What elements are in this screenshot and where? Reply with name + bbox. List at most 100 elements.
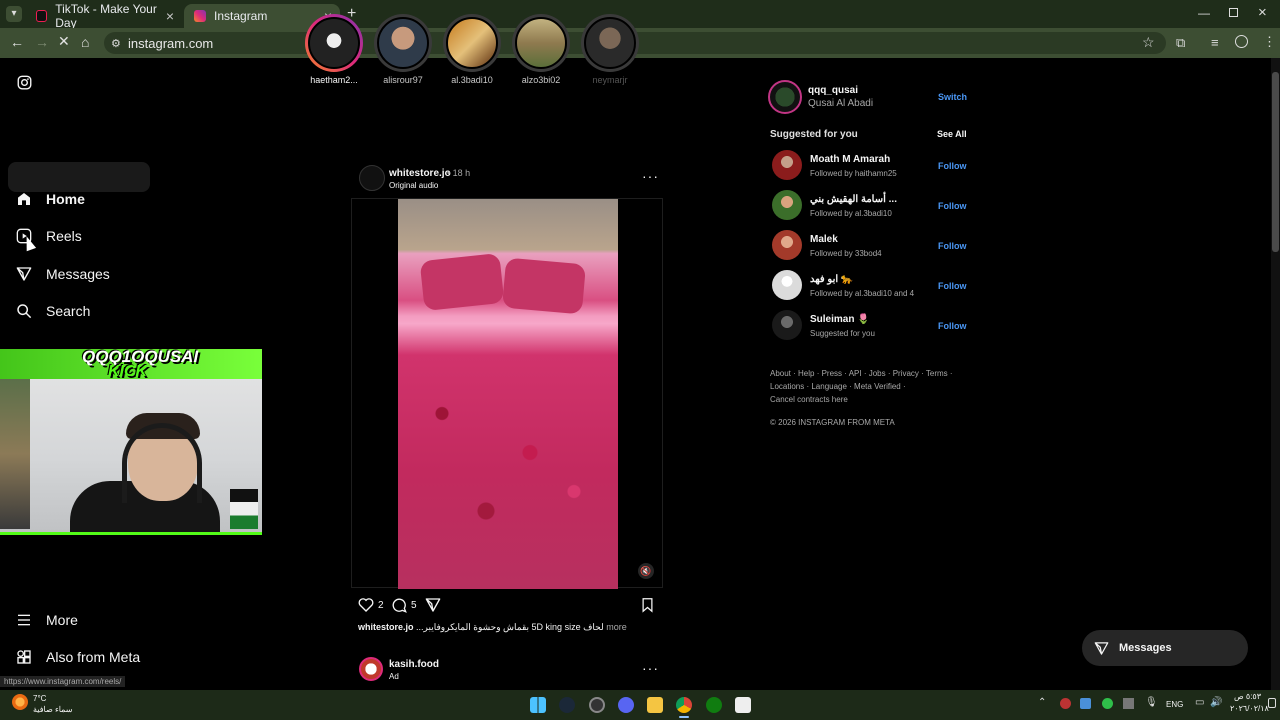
- suggestion-avatar[interactable]: [772, 310, 802, 340]
- stop-loading-icon[interactable]: ✕: [58, 33, 70, 50]
- sidebar-item-label: Home: [46, 191, 85, 207]
- next-post-username[interactable]: kasih.food: [389, 659, 439, 670]
- post-author-avatar[interactable]: [359, 165, 385, 191]
- weather-description[interactable]: سماء صافية: [33, 705, 73, 714]
- obs-icon[interactable]: [589, 697, 605, 713]
- story-item[interactable]: haetham2...: [302, 14, 366, 85]
- current-user-avatar[interactable]: [768, 80, 802, 114]
- see-all-link[interactable]: See All: [937, 129, 967, 139]
- post-audio[interactable]: Original audio: [389, 181, 438, 190]
- suggestion-item[interactable]: Suleiman 🌷 Suggested for you: [810, 314, 875, 338]
- floating-messages-button[interactable]: Messages: [1082, 630, 1248, 666]
- sidebar-item-more[interactable]: More: [16, 612, 78, 628]
- home-icon[interactable]: ⌂: [81, 34, 89, 50]
- instagram-logo-icon[interactable]: [17, 75, 32, 95]
- microphone-icon[interactable]: 🎙: [1145, 697, 1158, 708]
- post-author-username[interactable]: whitestore.jo: [389, 168, 451, 179]
- windows-start-icon[interactable]: [530, 697, 546, 713]
- browser-menu-icon[interactable]: ⋮: [1263, 34, 1276, 50]
- tray-icon[interactable]: [1060, 698, 1071, 709]
- close-tab-icon[interactable]: ×: [166, 8, 174, 24]
- follow-button[interactable]: Follow: [938, 321, 967, 331]
- suggestion-subtext: Followed by haithamn25: [810, 169, 897, 178]
- suggestion-item[interactable]: أسامة الهقيش بني ... Followed by al.3bad…: [810, 194, 897, 218]
- steam-icon[interactable]: [559, 697, 575, 713]
- suggestion-avatar[interactable]: [772, 150, 802, 180]
- save-button[interactable]: [640, 597, 655, 618]
- follow-button[interactable]: Follow: [938, 281, 967, 291]
- share-button[interactable]: [425, 597, 441, 618]
- tab-tiktok[interactable]: TikTok - Make Your Day ×: [26, 2, 182, 30]
- back-icon[interactable]: ←: [10, 34, 24, 50]
- profile-icon[interactable]: [1235, 35, 1248, 48]
- like-count[interactable]: 2: [378, 600, 384, 611]
- tray-icon[interactable]: [1080, 698, 1091, 709]
- story-item[interactable]: alzo3bi02: [509, 14, 573, 85]
- sidebar-item-home[interactable]: Home: [16, 191, 85, 207]
- weather-temp[interactable]: 7°C: [33, 694, 46, 703]
- comment-count[interactable]: 5: [411, 600, 417, 611]
- site-info-icon[interactable]: ⚙: [111, 37, 121, 50]
- clock-time[interactable]: ٥:٥٣ ص: [1234, 692, 1261, 701]
- tray-icon[interactable]: [1123, 698, 1134, 709]
- caption-username[interactable]: whitestore.jo: [358, 622, 414, 632]
- footer-links-line3[interactable]: Cancel contracts here: [770, 395, 848, 404]
- story-item[interactable]: alisrour97: [371, 14, 435, 85]
- story-avatar: [377, 17, 429, 69]
- weather-icon[interactable]: [12, 694, 28, 710]
- sidebar-item-also-from-meta[interactable]: Also from Meta: [16, 649, 140, 665]
- tray-icon[interactable]: [1102, 698, 1113, 709]
- media-icon[interactable]: ≡: [1211, 35, 1219, 50]
- suggestion-avatar[interactable]: [772, 190, 802, 220]
- webcam-shelf: [0, 379, 30, 529]
- next-post-avatar[interactable]: [359, 657, 383, 681]
- clock-date[interactable]: ٢٠٢٦/٠٢/١٨: [1230, 704, 1269, 713]
- follow-button[interactable]: Follow: [938, 161, 967, 171]
- maximize-button[interactable]: [1229, 8, 1238, 17]
- comment-button[interactable]: [391, 597, 407, 618]
- like-button[interactable]: [358, 597, 374, 618]
- sidebar-item-messages[interactable]: Messages: [16, 266, 110, 282]
- story-username: alzo3bi02: [521, 75, 561, 85]
- suggestion-item[interactable]: Malek Followed by 33bod4: [810, 234, 882, 258]
- page-scrollbar[interactable]: [1271, 58, 1280, 690]
- sidebar-item-search[interactable]: Search: [16, 303, 90, 319]
- follow-button[interactable]: Follow: [938, 241, 967, 251]
- suggestion-item[interactable]: Moath M Amarah Followed by haithamn25: [810, 154, 897, 178]
- story-item[interactable]: neymarjr: [578, 14, 642, 85]
- close-window-button[interactable]: ×: [1258, 4, 1267, 21]
- footer-links-line2[interactable]: Locations · Language · Meta Verified ·: [770, 382, 906, 391]
- url-text[interactable]: instagram.com: [128, 36, 213, 51]
- file-explorer-icon[interactable]: [647, 697, 663, 713]
- input-language[interactable]: ENG: [1166, 700, 1183, 709]
- scrollbar-thumb[interactable]: [1272, 72, 1279, 252]
- current-user-username[interactable]: qqq_qusai: [808, 85, 858, 96]
- footer-links-line1[interactable]: About · Help · Press · API · Jobs · Priv…: [770, 369, 953, 378]
- network-icon[interactable]: ▭: [1195, 697, 1204, 708]
- search-icon: [17, 304, 32, 319]
- suggestion-avatar[interactable]: [772, 230, 802, 260]
- bookmark-star-icon[interactable]: ☆: [1142, 34, 1155, 51]
- chrome-icon[interactable]: [676, 697, 692, 713]
- tray-chevron-icon[interactable]: ⌃: [1038, 697, 1046, 708]
- caption-more-link[interactable]: more: [606, 622, 627, 632]
- mute-icon[interactable]: 🔇: [638, 563, 654, 579]
- story-username: alisrour97: [383, 75, 423, 85]
- forward-icon[interactable]: →: [35, 34, 49, 50]
- story-item[interactable]: al.3badi10: [440, 14, 504, 85]
- next-post-options-icon[interactable]: ···: [642, 660, 659, 676]
- suggestion-item[interactable]: ابو فهد 🐆 Followed by al.3badi10 and 4: [810, 274, 914, 298]
- capcut-icon[interactable]: [735, 697, 751, 713]
- post-options-icon[interactable]: ···: [642, 168, 659, 184]
- xbox-icon[interactable]: [706, 697, 722, 713]
- discord-icon[interactable]: [618, 697, 634, 713]
- post-media[interactable]: 🔇: [351, 198, 663, 589]
- switch-account-link[interactable]: Switch: [938, 92, 967, 102]
- tab-list-button[interactable]: ▾: [6, 6, 22, 22]
- notifications-icon[interactable]: [1268, 698, 1276, 708]
- extensions-icon[interactable]: ⧉: [1176, 35, 1185, 51]
- volume-icon[interactable]: 🔊: [1210, 697, 1222, 708]
- follow-button[interactable]: Follow: [938, 201, 967, 211]
- suggestion-avatar[interactable]: [772, 270, 802, 300]
- minimize-button[interactable]: —: [1198, 6, 1210, 20]
